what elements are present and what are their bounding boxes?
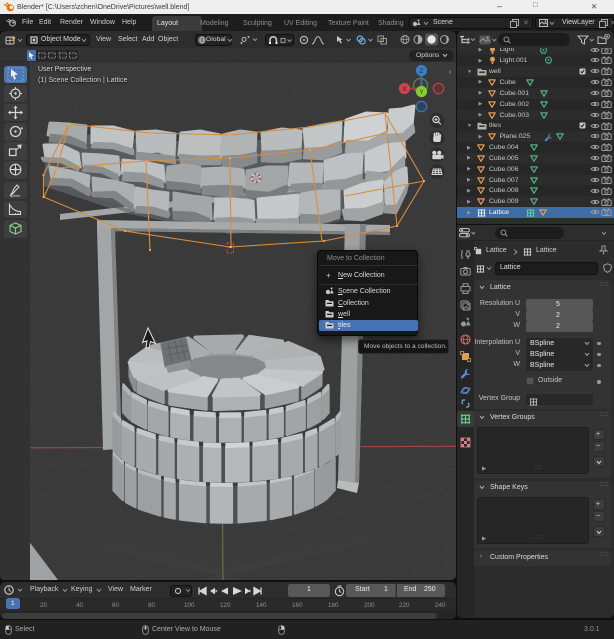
svg-text:Y: Y [419, 89, 424, 96]
svg-text:Z: Z [420, 68, 424, 75]
svg-text:X: X [402, 86, 407, 93]
